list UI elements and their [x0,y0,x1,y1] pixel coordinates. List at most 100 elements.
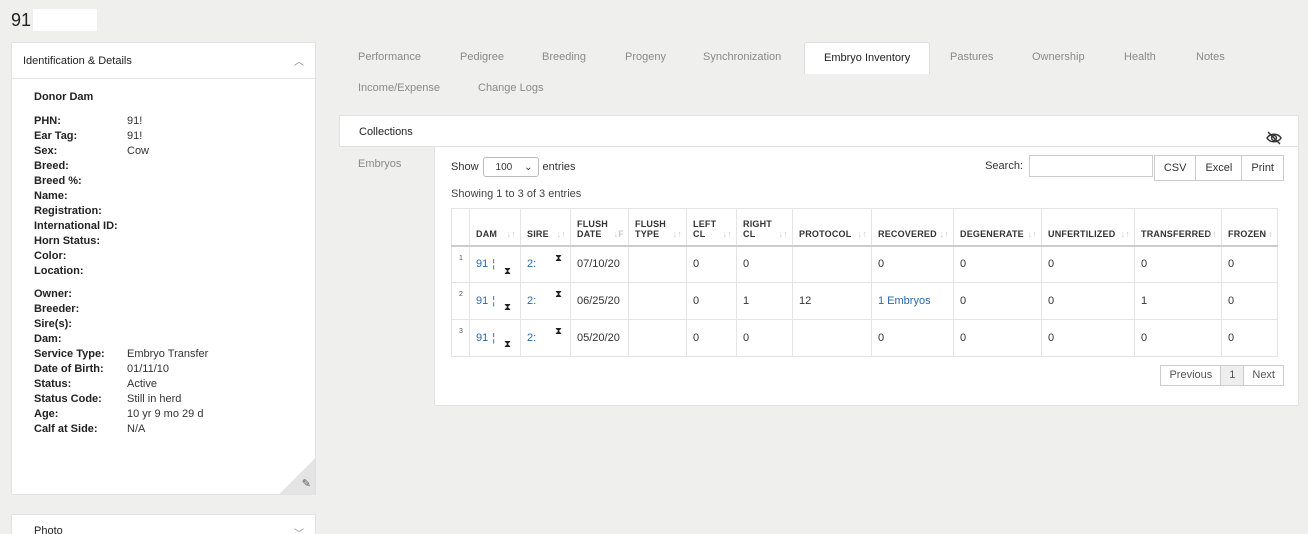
export-buttons: CSV Excel Print [1153,155,1284,181]
edit-icon: ✎ [301,478,311,490]
detail-label: Sex: [34,145,58,157]
detail-value: 91! [127,115,143,127]
column-header-recovered[interactable]: RECOVERED ↓↑ [871,208,954,247]
column-header-text: FLUSH [577,218,608,229]
cell-value: 0 [693,258,700,271]
cell-value: 1 [1141,295,1148,307]
entries-select[interactable]: 100 ⌄ [482,157,539,177]
hourglass-icon[interactable]: ⧗ [504,302,511,313]
hourglass-icon[interactable]: ⧗ [555,253,562,264]
column-header-text: RECOVERED [878,228,937,239]
chevron-down-icon[interactable]: ﹀ [294,525,304,534]
details-group-2: Owner: Breeder: Sire(s): Dam: Service Type: E… [34,287,293,437]
column-header-transferred[interactable]: TRANSFERRED ↓↑ [1134,208,1222,247]
column-header-flush-type[interactable]: FLUSH TYPE ↓↑ [628,208,687,247]
identification-header[interactable]: Identification & Details ︿ [12,43,315,79]
csv-button[interactable]: CSV [1153,155,1197,181]
column-header-left-cl[interactable]: LEFT CL ↓↑ [686,208,737,247]
search-input[interactable] [1029,155,1153,177]
cell-dam: 91 ¦ ⧗ [469,282,521,320]
sort-icon: ↓↑ [1263,228,1273,239]
detail-label: Breed: [34,160,69,172]
cell-value[interactable]: 91 [476,295,488,307]
column-header-right-cl[interactable]: RIGHT CL ↓↑ [736,208,793,247]
detail-row: PHN: 91! [34,114,293,129]
print-button[interactable]: Print [1242,155,1284,181]
cell-unfertilized: 0 [1041,245,1135,283]
detail-row: Breeder: [34,302,293,317]
edit-button[interactable]: ✎ [279,458,315,494]
dam-id-suffix[interactable]: ¦ [492,332,495,344]
cell-value[interactable]: 91 [476,332,488,344]
detail-label: PHN: [34,115,61,127]
column-header-text: UNFERTILIZED [1048,228,1116,239]
previous-button[interactable]: Previous [1160,365,1222,386]
chevron-up-icon[interactable]: ︿ [294,53,304,68]
sort-icon: ↓↑ [1207,228,1217,239]
hourglass-icon[interactable]: ⧗ [555,326,562,337]
hide-columns-icon[interactable] [1266,130,1282,146]
cell-value: 0 [960,295,967,307]
photo-panel[interactable]: Photo ﹀ [11,514,316,534]
hourglass-icon[interactable]: ⧗ [555,289,562,300]
column-header-dam[interactable]: DAM ↓↑ [469,208,521,247]
column-header-degenerate[interactable]: DEGENERATE ↓↑ [953,208,1042,247]
embryos-link[interactable]: 1 Embryos [878,295,931,307]
detail-label: Ear Tag: [34,130,78,142]
tab-embryo-inventory[interactable]: Embryo Inventory [804,42,931,74]
chevron-down-icon: ⌄ [524,161,533,173]
tab-pastures[interactable]: Pastures [931,42,1012,74]
cell-transferred: 0 [1134,319,1222,357]
page-1-button[interactable]: 1 [1221,365,1245,386]
cell-value: 0 [878,258,885,271]
next-button[interactable]: Next [1244,365,1284,386]
redacted-box [33,9,98,31]
tab-notes[interactable]: Notes [1177,42,1244,74]
column-header-unfertilized[interactable]: UNFERTILIZED ↓↑ [1041,208,1135,247]
detail-value: 10 yr 9 mo 29 d [127,408,204,420]
column-header-sire[interactable]: SIRE ↓↑ [520,208,571,247]
dam-id-suffix[interactable]: ¦ [492,258,495,270]
tab-ownership[interactable]: Ownership [1013,42,1104,74]
excel-button[interactable]: Excel [1196,155,1243,181]
table-row: 3 91 ¦ ⧗ 2: ⧗ 05/20/20 0 0 0 0 0 0 0 [451,319,1278,357]
cell-value: 0 [1048,332,1055,344]
cell-degenerate: 0 [953,319,1042,357]
detail-row: Owner: [34,287,293,302]
column-header-protocol[interactable]: PROTOCOL ↓↑ [792,208,872,247]
tab-income-expense[interactable]: Income/Expense [339,73,459,105]
cell-value: 0 [1048,258,1055,271]
cell-value[interactable]: 2: [527,258,536,270]
subtab-embryos[interactable]: Embryos [339,148,435,180]
cell-value[interactable]: 2: [527,332,536,344]
cell-flush-type [628,245,687,283]
column-header-frozen[interactable]: FROZEN ↓↑ [1221,208,1278,247]
detail-row: Breed %: [34,174,293,189]
tab-health[interactable]: Health [1105,42,1175,74]
collections-panel: Show 100 ⌄ entries Search: CSV Excel Pri… [434,146,1299,406]
cell-dam: 91 ¦ ⧗ [469,245,521,283]
hourglass-icon[interactable]: ⧗ [504,266,511,277]
identification-panel: Identification & Details ︿ Donor Dam PHN… [11,42,316,495]
sort-icon: ↓↑ [672,228,682,239]
dam-id-suffix[interactable]: ¦ [492,295,495,307]
detail-label: Status: [34,378,72,390]
tab-performance[interactable]: Performance [339,42,440,74]
tab-progeny[interactable]: Progeny [606,42,685,74]
cell-transferred: 0 [1134,245,1222,283]
cell-value[interactable]: 91 [476,258,488,270]
cell-value[interactable]: 2: [527,295,536,307]
tab-breeding[interactable]: Breeding [523,42,605,74]
detail-label: Horn Status: [34,235,100,247]
column-header-flush-date[interactable]: FLUSH DATE ↓F [570,208,629,247]
tab-pedigree[interactable]: Pedigree [441,42,523,74]
cell-frozen: 0 [1221,282,1278,320]
tab-synchronization[interactable]: Synchronization [684,42,800,74]
cell-unfertilized: 0 [1041,319,1135,357]
photo-header-label: Photo [34,525,63,534]
subtab-collections[interactable]: Collections [339,115,435,147]
hourglass-icon[interactable]: ⧗ [504,339,511,350]
tab-change-logs[interactable]: Change Logs [459,73,562,105]
cell-flush-date: 06/25/20 [570,282,629,320]
detail-label: Location: [34,265,84,277]
